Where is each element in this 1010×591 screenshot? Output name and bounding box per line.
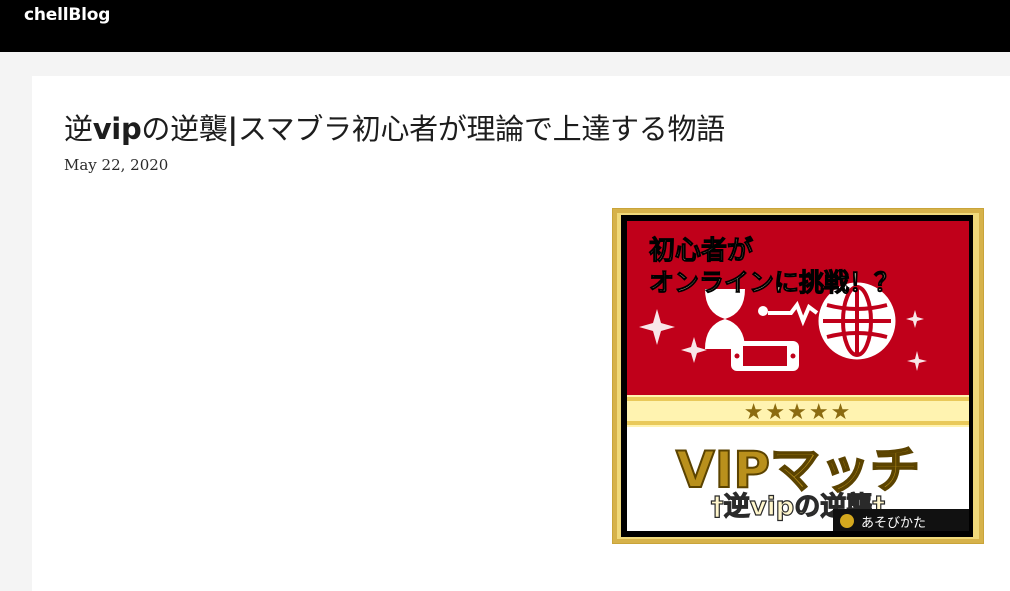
site-title-link[interactable]: chellBlog (24, 5, 110, 25)
post-title[interactable]: 逆vipの逆襲|スマブラ初心者が理論で上達する物語 (64, 106, 725, 148)
thumbnail-corner-text: あそびかた (861, 516, 926, 531)
post-title-part1: 逆 (64, 112, 93, 146)
thumbnail-main-text: VIPマッチ (676, 441, 920, 499)
post-date: May 22, 2020 (64, 156, 169, 174)
post-title-part2: の逆襲 (141, 112, 228, 146)
rating-stars: ★★★★★ (744, 400, 853, 425)
thumbnail-graphic: 初心者が オンラインに挑戦！？ ★★★★★ VIPマッチ †逆vipの逆襲† あ… (613, 209, 983, 543)
console-icon (731, 341, 799, 371)
thumbnail-line2: オンラインに挑戦！？ (649, 268, 899, 297)
post-title-bold: vip (92, 112, 142, 146)
post-title-part3: スマブラ初心者が理論で上達する物語 (237, 112, 725, 146)
post-title-separator: | (227, 112, 239, 146)
thumbnail-line1: 初心者が (649, 235, 753, 266)
post-thumbnail[interactable]: 初心者が オンラインに挑戦！？ ★★★★★ VIPマッチ †逆vipの逆襲† あ… (612, 208, 984, 544)
site-header: chellBlog (0, 0, 1010, 52)
post-card: 逆vipの逆襲|スマブラ初心者が理論で上達する物語 May 22, 2020 初… (32, 76, 1010, 591)
